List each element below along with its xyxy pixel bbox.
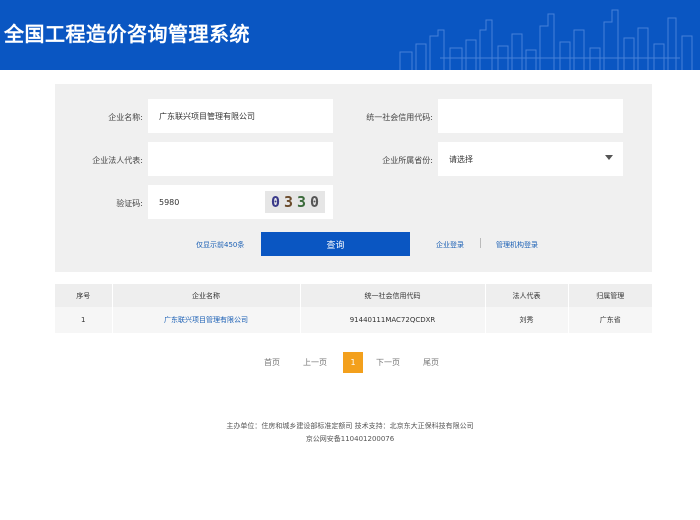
results-table: 序号 企业名称 统一社会信用代码 法人代表 归属管理 1 广东联兴项目管理有限公…	[55, 284, 652, 333]
col-header-province: 归属管理	[568, 284, 652, 307]
row-legal-rep: 刘秀	[485, 307, 569, 333]
company-name-input[interactable]	[159, 111, 333, 121]
province-select-value: 请选择	[449, 154, 473, 164]
footer-sponsor: 主办单位：住房和城乡建设部标准定额司 技术支持：北京东大正保科技有限公司	[226, 422, 474, 430]
show-count-link[interactable]: 仅显示前450条	[196, 240, 244, 250]
captcha-digit: 3	[296, 193, 307, 211]
query-button[interactable]: 查询	[261, 232, 410, 256]
link-divider	[480, 238, 481, 248]
table-row: 1 广东联兴项目管理有限公司 91440111MAC72QCDXR 刘秀 广东省	[55, 307, 652, 333]
prev-page-button[interactable]: 上一页	[303, 357, 327, 368]
credit-code-input[interactable]	[449, 111, 623, 121]
col-header-index: 序号	[55, 284, 113, 307]
col-header-company: 企业名称	[112, 284, 301, 307]
legal-rep-label: 企业法人代表:	[92, 156, 143, 165]
row-index: 1	[55, 307, 113, 333]
last-page-button[interactable]: 尾页	[423, 357, 439, 368]
skyline-decoration	[399, 9, 693, 70]
current-page-button[interactable]: 1	[343, 352, 363, 373]
captcha-digit: 0	[309, 193, 320, 211]
table-header-row: 序号 企业名称 统一社会信用代码 法人代表 归属管理	[55, 284, 652, 307]
legal-rep-input[interactable]	[159, 154, 333, 164]
row-credit-code: 91440111MAC72QCDXR	[300, 307, 486, 333]
province-label: 企业所属省份:	[382, 156, 433, 165]
captcha-digit: 3	[283, 193, 294, 211]
company-name-label: 企业名称:	[108, 113, 143, 122]
company-name-field[interactable]	[148, 99, 333, 133]
row-province: 广东省	[568, 307, 652, 333]
first-page-button[interactable]: 首页	[264, 357, 280, 368]
page-header: 全国工程造价咨询管理系统	[0, 0, 700, 70]
company-login-link[interactable]: 企业登录	[436, 240, 464, 250]
system-title: 全国工程造价咨询管理系统	[4, 22, 250, 46]
captcha-image[interactable]: 0 3 3 0	[265, 191, 325, 213]
next-page-button[interactable]: 下一页	[376, 357, 400, 368]
credit-code-label: 统一社会信用代码:	[366, 113, 433, 122]
captcha-digit: 0	[270, 193, 281, 211]
footer-icp: 京公网安备110401200076	[305, 435, 395, 443]
agency-login-link[interactable]: 管理机构登录	[496, 240, 538, 250]
province-select[interactable]: 请选择	[438, 142, 623, 176]
credit-code-field[interactable]	[438, 99, 623, 133]
pagination: 首页 上一页 1 下一页 尾页	[0, 352, 700, 374]
page-footer: 主办单位：住房和城乡建设部标准定额司 技术支持：北京东大正保科技有限公司 京公网…	[0, 420, 700, 446]
col-header-legal-rep: 法人代表	[485, 284, 569, 307]
legal-rep-field[interactable]	[148, 142, 333, 176]
col-header-credit-code: 统一社会信用代码	[300, 284, 486, 307]
row-company-link[interactable]: 广东联兴项目管理有限公司	[112, 307, 301, 333]
captcha-label: 验证码:	[116, 199, 143, 208]
chevron-down-icon	[605, 155, 613, 160]
